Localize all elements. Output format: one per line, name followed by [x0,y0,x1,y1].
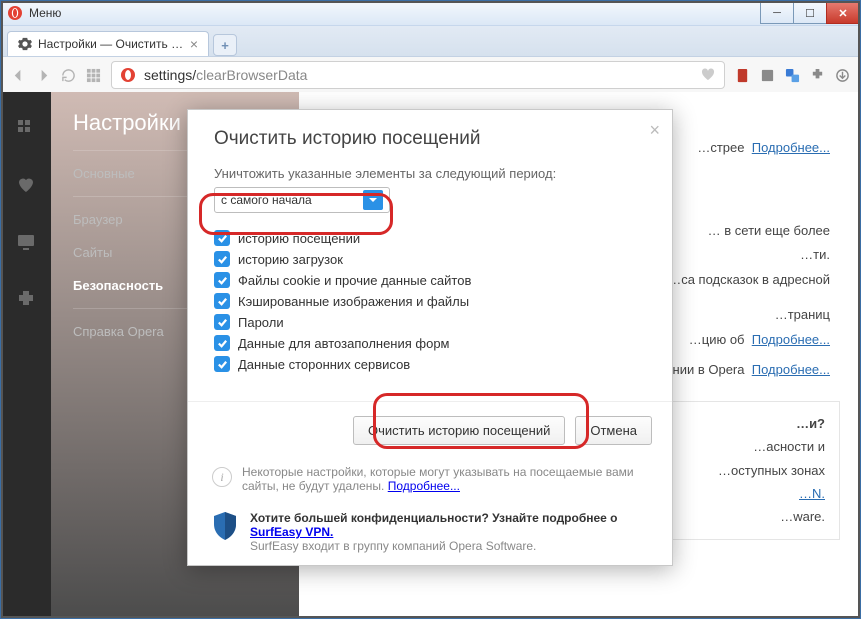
vpn-link[interactable]: …N. [799,486,825,501]
close-button[interactable]: ✕ [826,2,860,24]
extensions-icon[interactable] [810,68,825,83]
address-input[interactable]: settings/clearBrowserData [111,61,725,89]
option-row-3: Кэшированные изображения и файлы [214,293,646,309]
checkbox[interactable] [214,356,230,372]
menu-button[interactable]: Меню [29,6,61,20]
vpn-link[interactable]: SurfEasy VPN. [250,525,333,539]
cancel-button[interactable]: Отмена [575,416,652,445]
period-label: Уничтожить указанные элементы за следующ… [214,166,646,181]
learn-more-link[interactable]: Подробнее... [752,140,830,155]
bg-text: …стрее [697,140,744,155]
speed-dial-icon[interactable] [86,68,101,83]
period-select[interactable]: с самого начала [214,187,390,213]
forward-button[interactable] [36,68,51,83]
checkbox[interactable] [214,335,230,351]
checkbox[interactable] [214,293,230,309]
bg-text: …цию об [689,332,745,347]
clear-data-button[interactable]: Очистить историю посещений [353,416,565,445]
footer-learn-more-link[interactable]: Подробнее... [388,479,460,493]
tab-settings[interactable]: Настройки — Очистить и… × [7,31,209,56]
download-icon[interactable] [835,68,850,83]
rail-monitor-icon[interactable] [16,232,36,255]
opera-badge-icon [120,67,136,83]
checkbox[interactable] [214,251,230,267]
dialog-title: Очистить историю посещений [214,128,646,150]
dialog-close-icon[interactable]: × [649,120,660,141]
gear-icon [18,37,32,51]
window-titlebar: Меню ─ ☐ ✕ [1,1,860,26]
option-row-4: Пароли [214,314,646,330]
option-row-1: историю загрузок [214,251,646,267]
extension-icon-1[interactable] [735,68,750,83]
translate-icon[interactable] [785,68,800,83]
option-label: Данные для автозаполнения форм [238,336,450,351]
address-bar: settings/clearBrowserData [1,57,860,94]
info-icon: i [212,467,232,487]
back-button[interactable] [11,68,26,83]
new-tab-button[interactable]: + [213,34,237,56]
footer-note: Некоторые настройки, которые могут указы… [242,465,648,493]
option-row-5: Данные для автозаполнения форм [214,335,646,351]
tab-close-icon[interactable]: × [190,37,198,51]
tab-bar: Настройки — Очистить и… × + [1,26,860,57]
shield-icon [212,511,238,541]
chevron-down-icon [363,190,383,210]
checkbox[interactable] [214,272,230,288]
clear-data-dialog: × Очистить историю посещений Уничтожить … [187,109,673,566]
tab-title: Настройки — Очистить и… [38,37,184,51]
learn-more-link[interactable]: Подробнее... [752,362,830,377]
extension-icon-2[interactable] [760,68,775,83]
option-label: историю посещений [238,231,360,246]
learn-more-link[interactable]: Подробнее... [752,332,830,347]
left-rail [1,92,51,618]
minimize-button[interactable]: ─ [760,2,794,24]
rail-puzzle-icon[interactable] [16,289,36,312]
option-label: Файлы cookie и прочие данные сайтов [238,273,471,288]
checkbox[interactable] [214,314,230,330]
reload-button[interactable] [61,68,76,83]
option-row-6: Данные сторонних сервисов [214,356,646,372]
bookmark-heart-icon[interactable] [700,66,716,85]
option-label: Данные сторонних сервисов [238,357,410,372]
rail-heart-icon[interactable] [16,175,36,198]
vpn-subtext: SurfEasy входит в группу компаний Opera … [250,539,648,553]
vpn-promo: Хотите большей конфиденциальности? Узнай… [250,511,648,539]
period-value: с самого начала [221,193,312,207]
option-label: Пароли [238,315,284,330]
option-label: Кэшированные изображения и файлы [238,294,469,309]
rail-speed-dial-icon[interactable] [16,118,36,141]
maximize-button[interactable]: ☐ [793,2,827,24]
option-label: историю загрузок [238,252,343,267]
checkbox[interactable] [214,230,230,246]
opera-icon [7,5,23,21]
option-row-2: Файлы cookie и прочие данные сайтов [214,272,646,288]
address-text: settings/clearBrowserData [144,67,307,83]
option-row-0: историю посещений [214,230,646,246]
